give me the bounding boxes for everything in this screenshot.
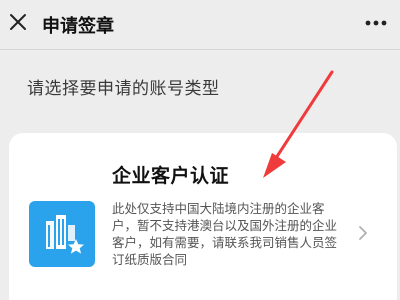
account-type-prompt: 请选择要申请的账号类型 <box>27 79 220 99</box>
card-description: 此处仅支持中国大陆境内注册的企业客户，暂不支持港澳台以及国外注册的企业客户，如有… <box>112 201 338 267</box>
enterprise-verification-card[interactable]: 企业客户认证 此处仅支持中国大陆境内注册的企业客户，暂不支持港澳台以及国外注册的… <box>9 133 397 300</box>
more-icon[interactable] <box>364 14 388 32</box>
top-nav-bar: 申请签章 <box>0 0 400 50</box>
card-heading: 企业客户认证 <box>112 165 230 187</box>
building-star-icon <box>29 201 95 267</box>
chevron-right-icon[interactable] <box>357 225 369 241</box>
close-icon[interactable] <box>8 12 28 32</box>
page-title: 申请签章 <box>42 16 114 37</box>
